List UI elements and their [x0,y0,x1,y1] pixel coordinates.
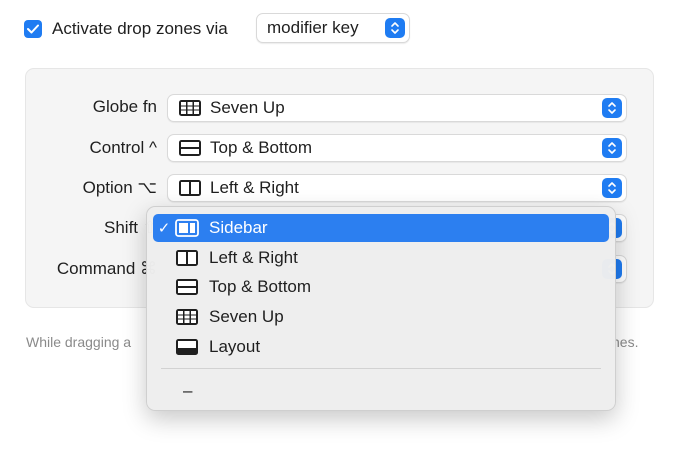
option-layout-select[interactable]: Left & Right [167,174,627,202]
activate-row: Activate drop zones via [24,14,228,44]
modifier-label-command: Command ⌘ [56,259,157,278]
top-bottom-layout-icon [178,139,202,157]
layout-dropdown-menu: ✓ Sidebar Left & Right Top & Bottom Seve… [146,206,616,411]
chevron-updown-icon [602,178,622,198]
menu-item-left-right[interactable]: Left & Right [153,244,609,272]
top-bottom-layout-icon [175,278,201,296]
globe-layout-value: Seven Up [210,98,285,117]
control-layout-value: Top & Bottom [210,138,313,157]
activate-checkbox[interactable] [24,20,42,38]
menu-item-label: Top & Bottom [209,277,312,296]
option-layout-value: Left & Right [210,178,299,197]
menu-item-label: Sidebar [209,218,268,237]
globe-layout-select[interactable]: Seven Up [167,94,627,122]
modifier-label-globe: Globe fn [92,97,157,116]
control-layout-select[interactable]: Top & Bottom [167,134,627,162]
seven-up-layout-icon [175,308,201,326]
menu-item-sidebar[interactable]: ✓ Sidebar [153,214,609,242]
checkmark-icon [27,24,39,34]
menu-item-label: Left & Right [209,248,298,267]
menu-item-layout[interactable]: Layout [153,333,609,361]
layout-icon [175,338,201,356]
left-right-layout-icon [178,179,202,197]
modifier-label-option: Option ⌥ [82,178,157,197]
hint-text-start: While dragging a [26,334,132,350]
menu-item-top-bottom[interactable]: Top & Bottom [153,273,609,301]
sidebar-layout-icon [175,219,201,237]
modifier-label-control: Control ^ [89,138,157,157]
activate-label: Activate drop zones via [52,19,228,38]
left-right-layout-icon [175,249,201,267]
menu-item-label: Seven Up [209,307,284,326]
menu-item-none[interactable]: – [153,377,609,405]
activation-mode-value: modifier key [267,18,359,37]
seven-up-layout-icon [178,99,202,117]
check-icon: ✓ [157,220,171,237]
menu-separator [161,368,601,369]
menu-item-seven-up[interactable]: Seven Up [153,303,609,331]
menu-item-label: – [183,381,193,400]
chevron-updown-icon [602,138,622,158]
chevron-updown-icon [602,98,622,118]
chevron-updown-icon [385,18,405,38]
menu-item-label: Layout [209,337,261,356]
activation-mode-select[interactable]: modifier key [256,13,410,43]
